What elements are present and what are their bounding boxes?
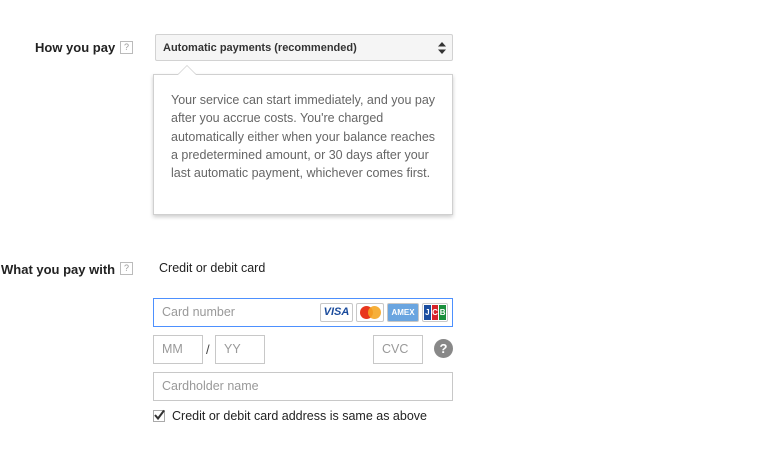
cardholder-name-placeholder: Cardholder name bbox=[162, 379, 259, 393]
select-arrows-icon bbox=[438, 42, 446, 54]
card-number-placeholder: Card number bbox=[162, 305, 235, 319]
checkmark-icon bbox=[154, 409, 165, 421]
how-you-pay-label: How you pay bbox=[35, 40, 116, 55]
cvc-input[interactable]: CVC bbox=[373, 335, 423, 364]
card-logos: VISA AMEX JCB bbox=[320, 303, 448, 322]
amex-logo-icon: AMEX bbox=[387, 303, 419, 322]
mastercard-logo-icon bbox=[356, 303, 384, 322]
expiry-month-input[interactable]: MM bbox=[153, 335, 203, 364]
payment-type-select[interactable]: Automatic payments (recommended) bbox=[155, 34, 453, 61]
tooltip-arrow-fill bbox=[178, 66, 196, 75]
expiry-year-placeholder: YY bbox=[224, 342, 241, 356]
visa-logo-icon: VISA bbox=[320, 303, 353, 322]
payment-type-selected-value: Automatic payments (recommended) bbox=[163, 42, 357, 54]
what-you-pay-with-help-icon[interactable]: ? bbox=[120, 262, 133, 275]
same-address-checkbox[interactable] bbox=[153, 409, 165, 422]
cardholder-name-input[interactable]: Cardholder name bbox=[153, 372, 453, 401]
what-you-pay-with-label: What you pay with bbox=[1, 262, 116, 277]
cvc-placeholder: CVC bbox=[382, 342, 409, 356]
expiry-year-input[interactable]: YY bbox=[215, 335, 265, 364]
payment-type-description: Your service can start immediately, and … bbox=[171, 93, 436, 181]
jcb-logo-icon: JCB bbox=[422, 303, 448, 322]
cvc-help-icon[interactable]: ? bbox=[434, 339, 453, 358]
payment-type-description-tooltip: Your service can start immediately, and … bbox=[153, 74, 453, 215]
expiry-month-placeholder: MM bbox=[162, 342, 183, 356]
expiry-separator: / bbox=[206, 342, 210, 357]
payment-method-text: Credit or debit card bbox=[159, 261, 266, 275]
card-number-input[interactable]: Card number VISA AMEX JCB bbox=[153, 298, 453, 327]
same-address-label[interactable]: Credit or debit card address is same as … bbox=[172, 409, 427, 423]
how-you-pay-help-icon[interactable]: ? bbox=[120, 41, 133, 54]
